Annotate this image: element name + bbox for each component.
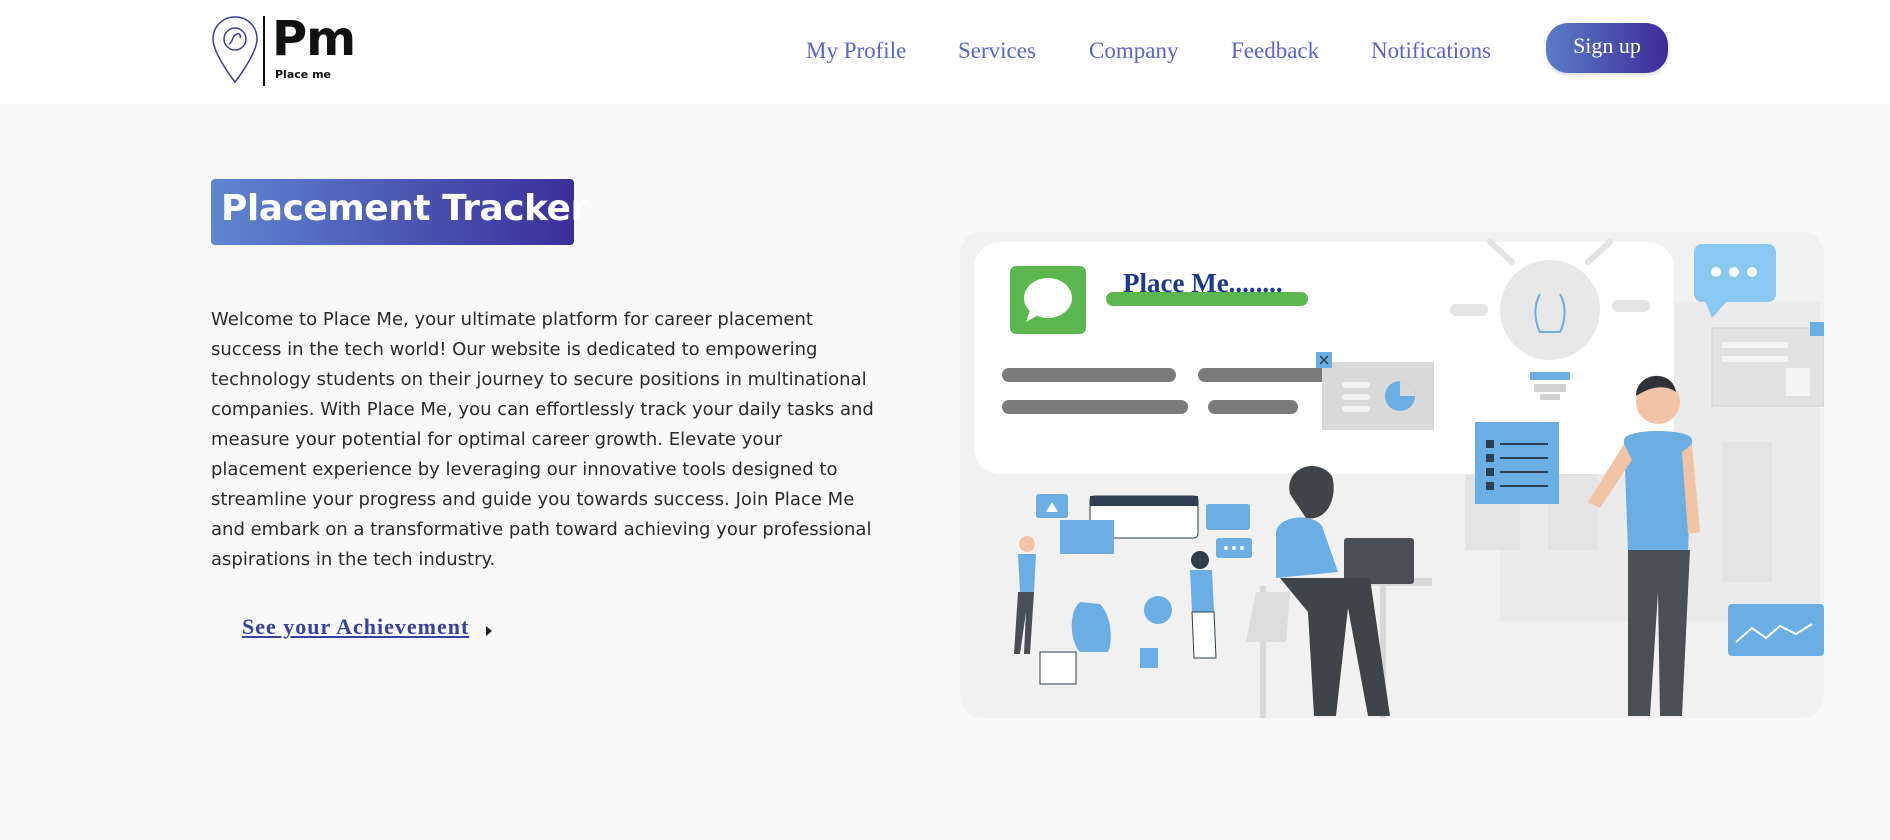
text-bar — [1002, 368, 1176, 382]
signup-button[interactable]: Sign up — [1546, 23, 1668, 73]
nav-feedback[interactable]: Feedback — [1231, 38, 1319, 64]
close-icon — [1316, 352, 1332, 368]
nav-company[interactable]: Company — [1089, 38, 1178, 64]
pie-chart-icon — [1322, 362, 1434, 430]
hero-title: Placement Tracker — [221, 188, 588, 229]
illustration-card-title: Place Me........ — [1123, 268, 1283, 298]
nav-notifications[interactable]: Notifications — [1371, 38, 1491, 64]
location-pin-icon — [212, 16, 258, 84]
hero-title-badge: Placement Tracker — [211, 179, 588, 245]
hero-description: Welcome to Place Me, your ultimate platf… — [211, 309, 874, 570]
logo-wordmark: Pm — [272, 11, 356, 67]
site-logo[interactable]: Pm Place me — [210, 11, 380, 90]
logo-divider — [263, 16, 265, 86]
document-card — [1711, 322, 1824, 407]
nav-my-profile[interactable]: My Profile — [806, 38, 906, 64]
illustration-bar — [1722, 442, 1772, 582]
caret-right-icon — [486, 626, 492, 636]
text-bar — [1208, 400, 1298, 414]
checklist-card — [1475, 422, 1559, 504]
text-bar — [1002, 400, 1188, 414]
top-navbar: Pm Place me My Profile Services Company … — [0, 0, 1890, 104]
nav-services[interactable]: Services — [958, 38, 1036, 64]
see-achievement-link[interactable]: See your Achievement — [242, 614, 469, 640]
line-chart-card — [1728, 604, 1824, 656]
logo-tagline: Place me — [275, 68, 331, 81]
chat-bubble-icon — [1010, 266, 1086, 334]
hero-illustration — [960, 232, 1824, 718]
